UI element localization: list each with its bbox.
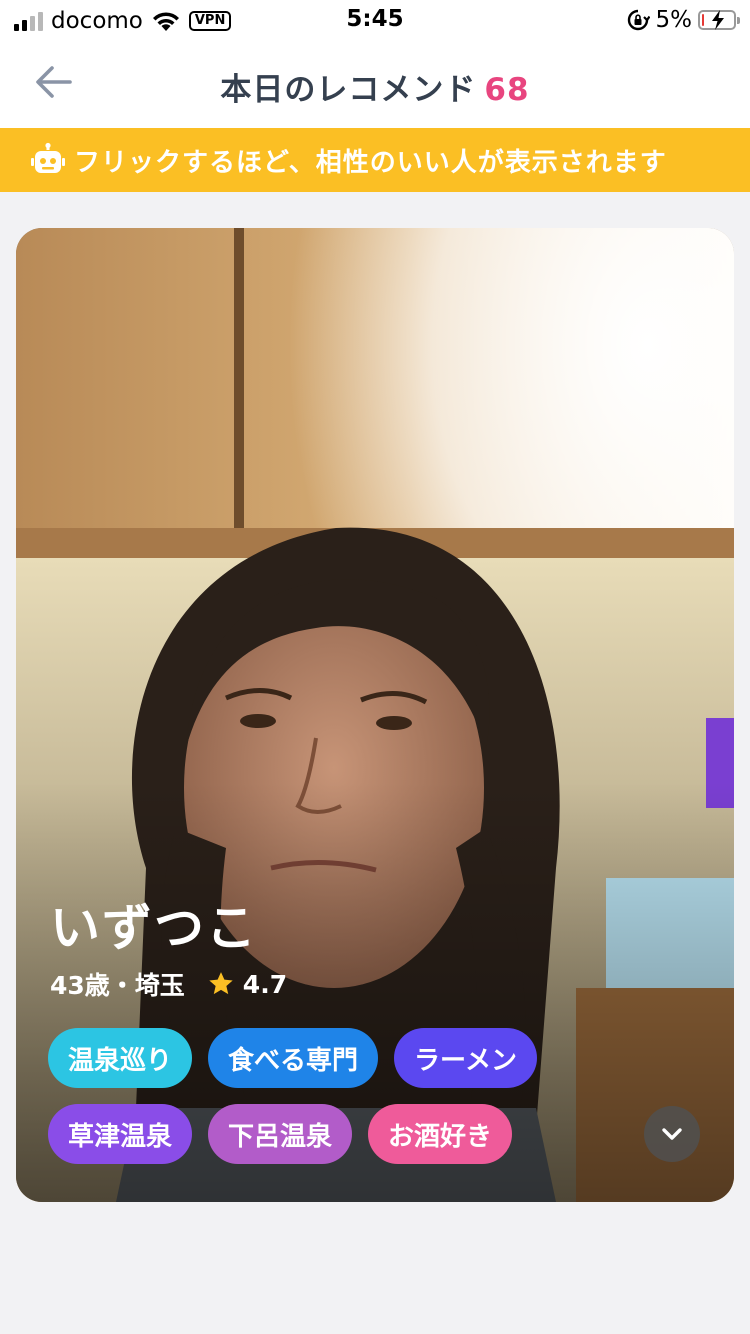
profile-meta: 43歳・埼玉 4.7 — [50, 966, 287, 1002]
tag-onsen-meguri[interactable]: 温泉巡り — [48, 1028, 193, 1088]
expand-profile-button[interactable] — [644, 1106, 700, 1162]
tag-row: 温泉巡り 食べる専門 ラーメン — [48, 1028, 608, 1088]
battery-percent: 5% — [655, 7, 693, 33]
status-right: 5% — [626, 7, 740, 33]
tag-kusatsu-onsen[interactable]: 草津温泉 — [48, 1104, 193, 1164]
tag-row: 草津温泉 下呂温泉 お酒好き — [48, 1104, 608, 1164]
profile-name: いずつこ — [50, 899, 258, 957]
interest-tags: 温泉巡り 食べる専門 ラーメン 草津温泉 下呂温泉 お酒好き — [48, 1028, 608, 1180]
age-location: 43歳・埼玉 — [50, 971, 185, 1000]
battery-icon — [698, 10, 740, 30]
info-banner: フリックするほど、相性のいい人が表示されます — [0, 128, 750, 192]
tag-taberu-senmon[interactable]: 食べる専門 — [208, 1028, 379, 1088]
rating-value: 4.7 — [242, 969, 288, 999]
orientation-lock-icon — [627, 9, 650, 31]
robot-icon — [31, 142, 65, 173]
status-bar: docomo VPN 5:45 5% — [0, 0, 750, 42]
recommend-count: 68 — [484, 72, 530, 108]
chevron-down-icon — [662, 1128, 682, 1140]
tag-osake-zuki[interactable]: お酒好き — [368, 1104, 513, 1164]
page-title: 本日のレコメンド 68 — [0, 64, 750, 109]
page-title-text: 本日のレコメンド — [220, 72, 477, 108]
tag-gero-onsen[interactable]: 下呂温泉 — [208, 1104, 353, 1164]
tag-ramen[interactable]: ラーメン — [394, 1028, 537, 1088]
banner-message: フリックするほど、相性のいい人が表示されます — [74, 147, 667, 178]
charging-bolt-icon — [712, 10, 724, 30]
star-icon — [209, 972, 233, 995]
app-header: 本日のレコメンド 68 — [0, 42, 750, 128]
profile-card[interactable]: いずつこ 43歳・埼玉 4.7 温泉巡り 食べる専門 ラーメン 草津温泉 下呂温… — [16, 228, 734, 1202]
